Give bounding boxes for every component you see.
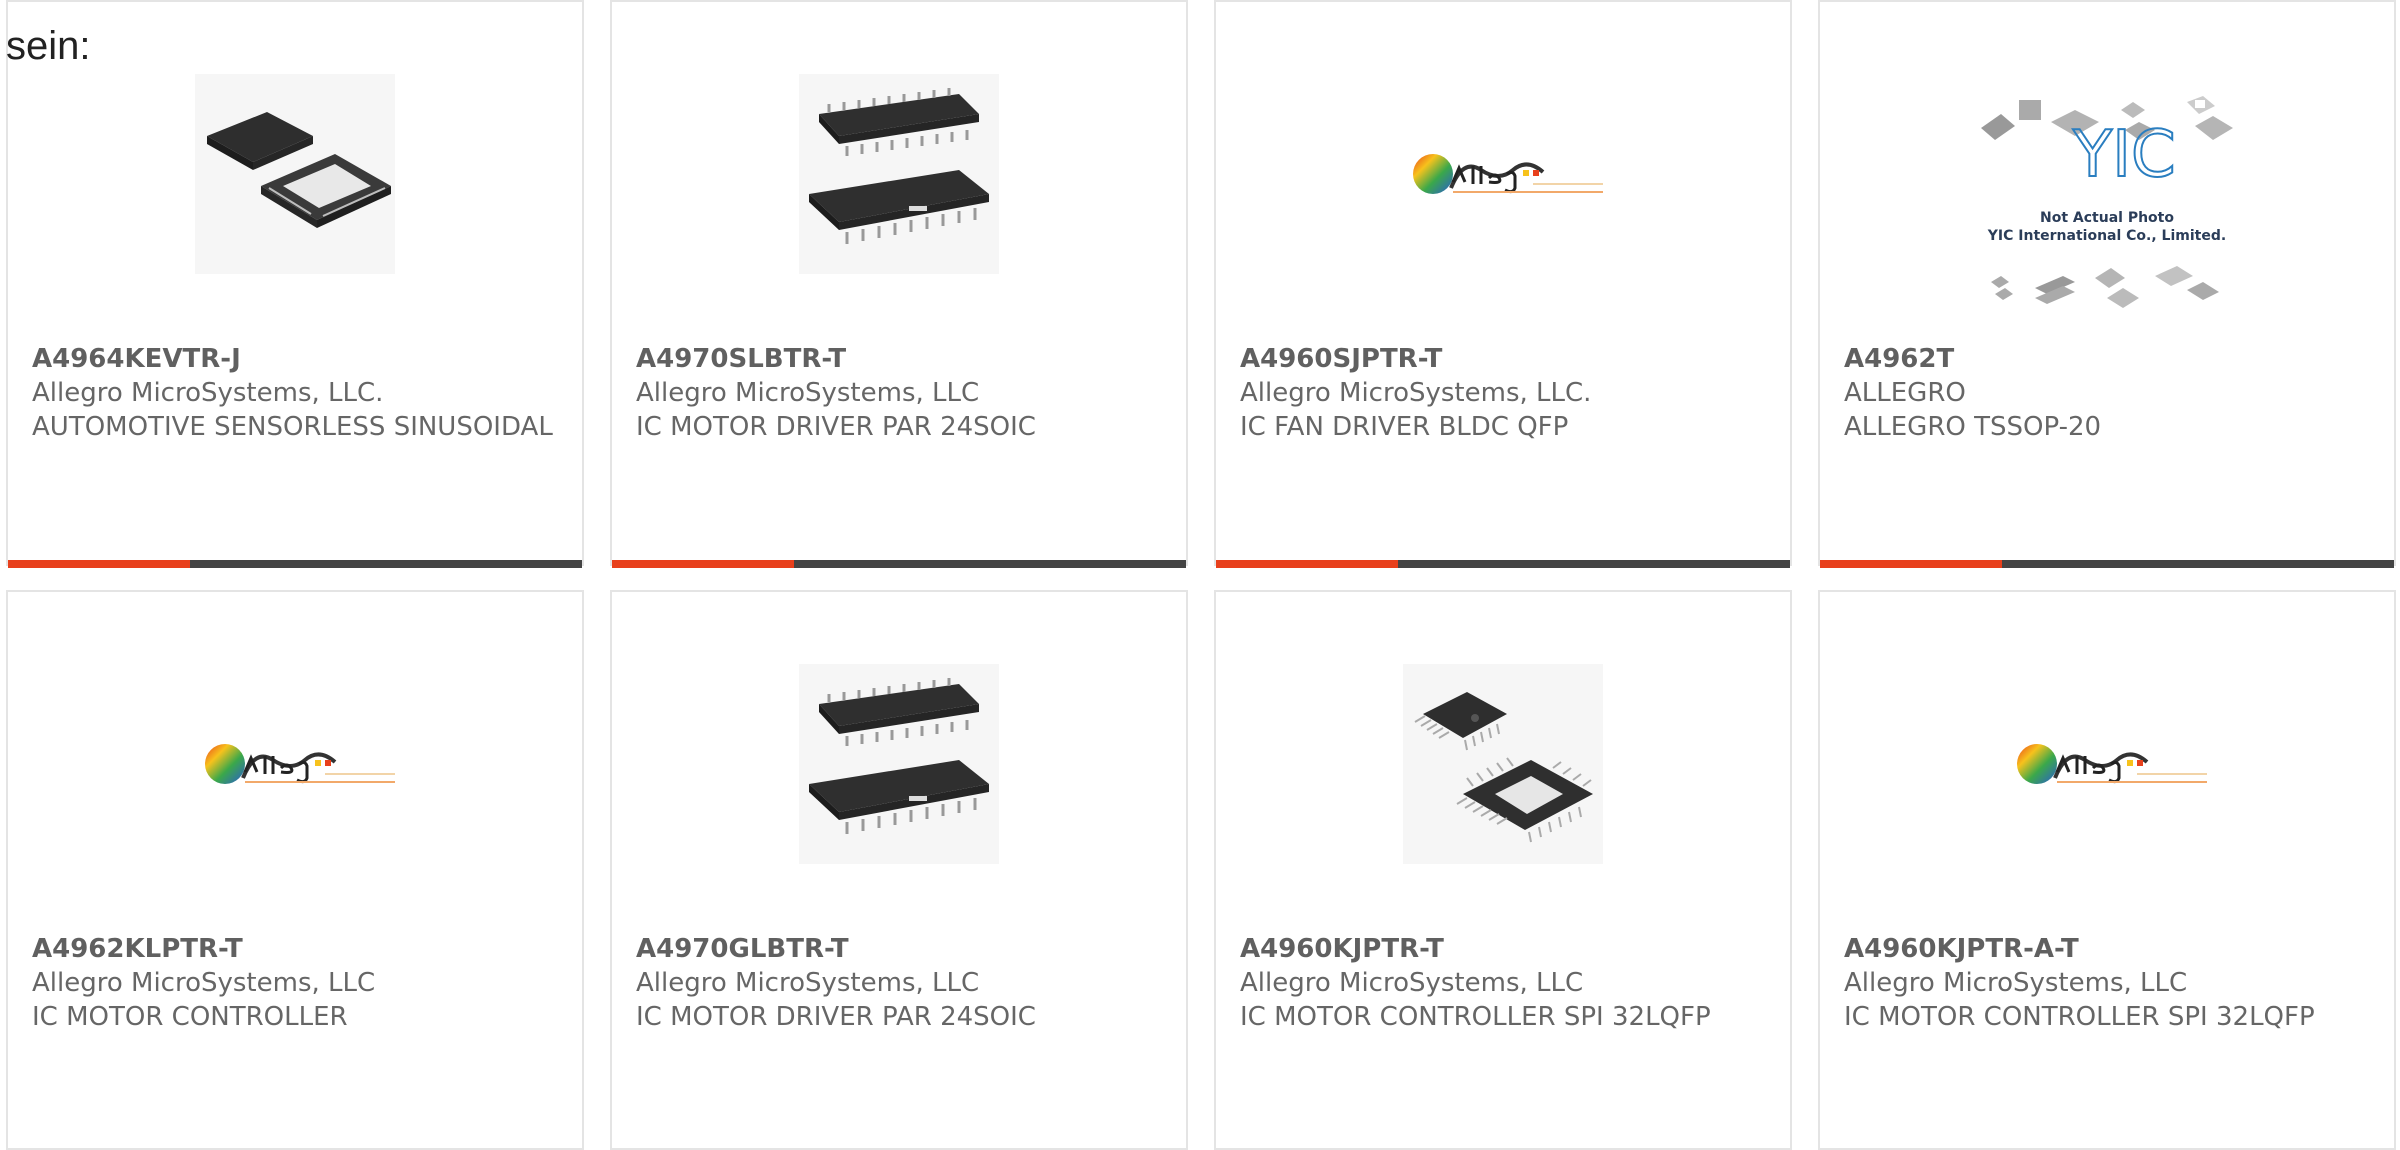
card-bottom-bar xyxy=(612,560,1186,568)
product-card[interactable]: A4970GLBTR-T Allegro MicroSystems, LLC I… xyxy=(610,590,1188,1150)
allegro-logo[interactable] xyxy=(2007,664,2207,864)
manufacturer: Allegro MicroSystems, LLC. xyxy=(1240,378,1592,408)
manufacturer: Allegro MicroSystems, LLC xyxy=(1844,968,2188,998)
description: IC FAN DRIVER BLDC QFP xyxy=(1240,412,1569,442)
product-card[interactable]: A4960KJPTR-T Allegro MicroSystems, LLC I… xyxy=(1214,590,1792,1150)
card-accent xyxy=(1216,560,1398,568)
card-bottom-bar xyxy=(8,560,582,568)
intro-text: sein: xyxy=(6,24,91,68)
yic-logo: YIC xyxy=(2072,118,2176,192)
soic-chip-icon[interactable] xyxy=(799,74,999,274)
allegro-logo[interactable] xyxy=(195,664,395,864)
description: AUTOMOTIVE SENSORLESS SINUSOIDAL xyxy=(32,412,553,442)
card-accent xyxy=(612,560,794,568)
yic-placeholder[interactable]: YIC Not Actual Photo YIC International C… xyxy=(1977,92,2237,332)
description: IC MOTOR CONTROLLER SPI 32LQFP xyxy=(1844,1002,2315,1032)
yic-caption-1: Not Actual Photo xyxy=(2040,210,2174,226)
yic-caption-2: YIC International Co., Limited. xyxy=(1987,228,2226,244)
manufacturer: Allegro MicroSystems, LLC xyxy=(636,968,980,998)
product-card[interactable]: A4970SLBTR-T Allegro MicroSystems, LLC I… xyxy=(610,0,1188,568)
manufacturer: Allegro MicroSystems, LLC. xyxy=(32,378,384,408)
lqfp-chip-icon[interactable] xyxy=(1403,664,1603,864)
product-card[interactable]: A4962KLPTR-T Allegro MicroSystems, LLC I… xyxy=(6,590,584,1150)
product-card[interactable]: YIC Not Actual Photo YIC International C… xyxy=(1818,0,2396,568)
description: IC MOTOR CONTROLLER SPI 32LQFP xyxy=(1240,1002,1711,1032)
part-number[interactable]: A4970SLBTR-T xyxy=(636,342,1162,376)
card-accent xyxy=(8,560,190,568)
qfn-chip-icon[interactable] xyxy=(195,74,395,274)
part-number[interactable]: A4960SJPTR-T xyxy=(1240,342,1766,376)
description: ALLEGRO TSSOP-20 xyxy=(1844,412,2102,442)
allegro-logo[interactable] xyxy=(1403,74,1603,274)
part-number[interactable]: A4964KEVTR-J xyxy=(32,342,558,376)
soic-chip-icon[interactable] xyxy=(799,664,999,864)
part-number[interactable]: A4960KJPTR-T xyxy=(1240,932,1766,966)
manufacturer: ALLEGRO xyxy=(1844,378,1966,408)
manufacturer: Allegro MicroSystems, LLC xyxy=(636,378,980,408)
product-card[interactable]: A4964KEVTR-J Allegro MicroSystems, LLC. … xyxy=(6,0,584,568)
part-number[interactable]: A4962KLPTR-T xyxy=(32,932,558,966)
part-number[interactable]: A4970GLBTR-T xyxy=(636,932,1162,966)
description: IC MOTOR DRIVER PAR 24SOIC xyxy=(636,1002,1036,1032)
manufacturer: Allegro MicroSystems, LLC xyxy=(32,968,376,998)
description: IC MOTOR DRIVER PAR 24SOIC xyxy=(636,412,1036,442)
part-number[interactable]: A4962T xyxy=(1844,342,2370,376)
card-bottom-bar xyxy=(1820,560,2394,568)
card-accent xyxy=(1820,560,2002,568)
manufacturer: Allegro MicroSystems, LLC xyxy=(1240,968,1584,998)
part-number[interactable]: A4960KJPTR-A-T xyxy=(1844,932,2370,966)
product-card[interactable]: A4960KJPTR-A-T Allegro MicroSystems, LLC… xyxy=(1818,590,2396,1150)
product-card[interactable]: A4960SJPTR-T Allegro MicroSystems, LLC. … xyxy=(1214,0,1792,568)
description: IC MOTOR CONTROLLER xyxy=(32,1002,348,1032)
card-bottom-bar xyxy=(1216,560,1790,568)
